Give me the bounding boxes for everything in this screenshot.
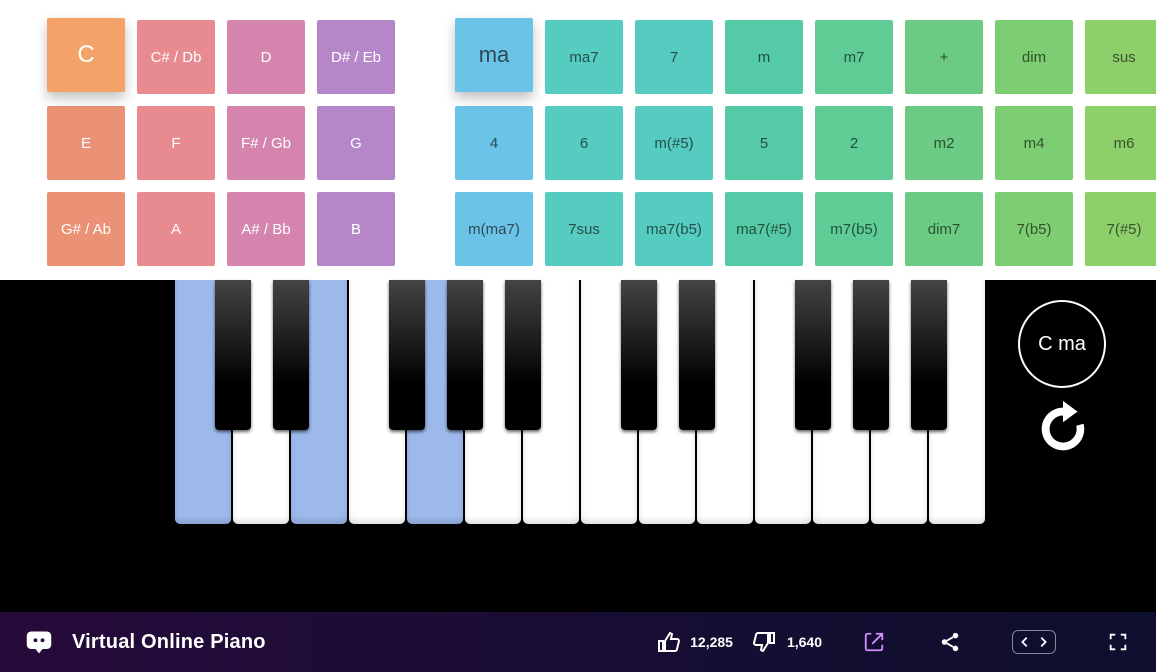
app-title: Virtual Online Piano: [72, 631, 266, 654]
type-tile[interactable]: m: [725, 20, 803, 94]
type-tile[interactable]: m7(b5): [815, 192, 893, 266]
type-tile[interactable]: m7: [815, 20, 893, 94]
black-key[interactable]: [215, 280, 251, 430]
type-tile[interactable]: dim: [995, 20, 1073, 94]
type-tile[interactable]: ma: [455, 18, 533, 92]
like-count: 12,285: [690, 634, 733, 650]
root-tile-f[interactable]: F: [137, 106, 215, 180]
chord-selector: CC# / DbDD# / Eb EFF# / GbG G# / AbAA# / B…: [0, 0, 1156, 280]
piano-area: C ma: [0, 280, 1156, 612]
black-key[interactable]: [621, 280, 657, 430]
refresh-icon: [1032, 398, 1094, 460]
type-tile[interactable]: ma7(#5): [725, 192, 803, 266]
root-note-grid: CC# / DbDD# / EbEFF# / GbGG# / AbAA# / B…: [47, 20, 395, 260]
black-key[interactable]: [505, 280, 541, 430]
root-tile-b[interactable]: B: [317, 192, 395, 266]
dislike-stat[interactable]: 1,640: [751, 628, 822, 656]
type-tile[interactable]: sus: [1085, 20, 1156, 94]
root-tile-d[interactable]: D: [227, 20, 305, 94]
current-chord-label: C ma: [1038, 333, 1086, 356]
black-key[interactable]: [389, 280, 425, 430]
keyboard: [175, 280, 987, 524]
black-key[interactable]: [853, 280, 889, 430]
root-tile-d#eb[interactable]: D# / Eb: [317, 20, 395, 94]
root-tile-c[interactable]: C: [47, 18, 125, 92]
reset-button[interactable]: [1032, 398, 1094, 460]
like-stat[interactable]: 12,285: [654, 628, 733, 656]
type-tile[interactable]: m(#5): [635, 106, 713, 180]
prev-next-buttons: [1012, 630, 1056, 654]
type-tile[interactable]: 6: [545, 106, 623, 180]
root-tile-f#gb[interactable]: F# / Gb: [227, 106, 305, 180]
type-tile[interactable]: 7(b5): [995, 192, 1073, 266]
thumbs-up-icon: [654, 628, 682, 656]
root-tile-a#bb[interactable]: A# / Bb: [227, 192, 305, 266]
type-tile[interactable]: m(ma7): [455, 192, 533, 266]
type-tile[interactable]: 2: [815, 106, 893, 180]
root-tile-e[interactable]: E: [47, 106, 125, 180]
black-key[interactable]: [679, 280, 715, 430]
type-tile[interactable]: m2: [905, 106, 983, 180]
chord-type-grid: mama77mm7+dimsus46m(#5)52m2m4m6m(ma7)7su…: [455, 20, 1156, 260]
next-button[interactable]: [1035, 634, 1051, 650]
black-key[interactable]: [795, 280, 831, 430]
type-tile[interactable]: 7sus: [545, 192, 623, 266]
bottom-bar: Virtual Online Piano 12,285 1,640: [0, 612, 1156, 672]
type-tile[interactable]: 7: [635, 20, 713, 94]
type-tile[interactable]: +: [905, 20, 983, 94]
type-tile[interactable]: 4: [455, 106, 533, 180]
black-key[interactable]: [447, 280, 483, 430]
type-tile[interactable]: 7(#5): [1085, 192, 1156, 266]
root-tile-a[interactable]: A: [137, 192, 215, 266]
root-tile-c#db[interactable]: C# / Db: [137, 20, 215, 94]
prev-button[interactable]: [1017, 634, 1033, 650]
share-button[interactable]: [936, 628, 964, 656]
type-tile[interactable]: m6: [1085, 106, 1156, 180]
current-chord-badge[interactable]: C ma: [1018, 300, 1106, 388]
thumbs-down-icon: [751, 628, 779, 656]
type-tile[interactable]: dim7: [905, 192, 983, 266]
site-logo-icon[interactable]: [24, 627, 54, 657]
black-key[interactable]: [273, 280, 309, 430]
dislike-count: 1,640: [787, 634, 822, 650]
type-tile[interactable]: ma7(b5): [635, 192, 713, 266]
root-tile-g[interactable]: G: [317, 106, 395, 180]
root-tile-g#ab[interactable]: G# / Ab: [47, 192, 125, 266]
black-key[interactable]: [911, 280, 947, 430]
fullscreen-button[interactable]: [1104, 628, 1132, 656]
type-tile[interactable]: 5: [725, 106, 803, 180]
type-tile[interactable]: ma7: [545, 20, 623, 94]
popout-button[interactable]: [860, 628, 888, 656]
type-tile[interactable]: m4: [995, 106, 1073, 180]
